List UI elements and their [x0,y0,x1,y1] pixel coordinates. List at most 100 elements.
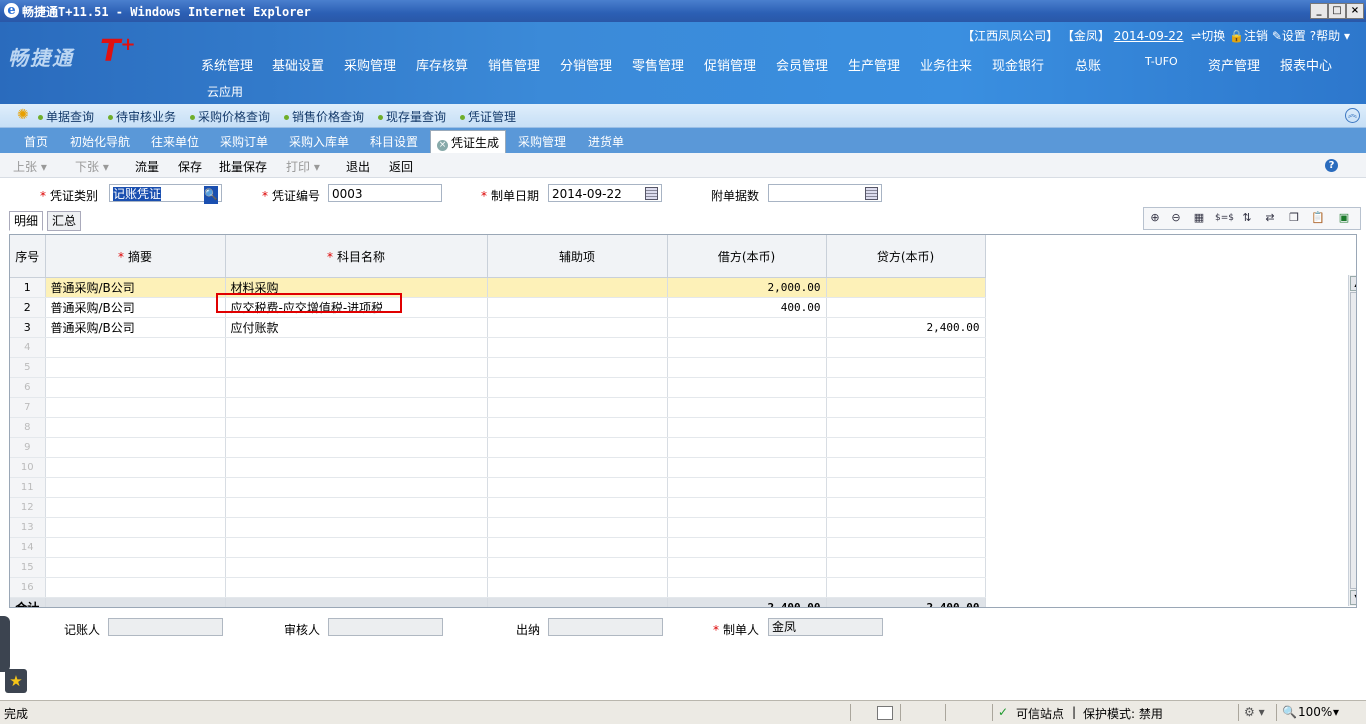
cell-summary[interactable] [45,537,226,558]
cell-debit[interactable] [667,557,827,578]
scroll-thumb[interactable] [1350,292,1356,589]
menu-reports[interactable]: 报表中心 [1280,55,1332,74]
cell-credit[interactable] [826,357,986,378]
cell-debit[interactable] [667,537,827,558]
menu-promotion[interactable]: 促销管理 [704,55,756,74]
cell-account[interactable] [225,397,488,418]
side-dock-handle[interactable] [0,616,10,672]
tab-purchase-mgmt[interactable]: 采购管理 [518,133,566,150]
tab-home[interactable]: 首页 [24,133,48,150]
cell-account[interactable] [225,577,488,598]
cell-aux[interactable] [487,317,668,338]
cell-aux[interactable] [487,297,668,318]
cell-credit[interactable] [826,397,986,418]
cell-credit[interactable] [826,577,986,598]
prev-button[interactable]: 上张 ▾ [13,158,47,175]
attach-count-field[interactable] [768,184,882,202]
cell-credit[interactable] [826,297,986,318]
cell-account[interactable] [225,477,488,498]
quick-pending-audit[interactable]: 待审核业务 [108,108,176,125]
quick-sales-price[interactable]: 销售价格查询 [284,108,364,125]
cell-summary[interactable] [45,497,226,518]
menu-system[interactable]: 系统管理 [201,55,253,74]
close-tab-icon[interactable]: × [437,140,448,151]
cell-aux[interactable] [487,517,668,538]
table-row-empty[interactable]: 6 [10,377,1338,398]
table-row-empty[interactable]: 8 [10,417,1338,438]
cell-aux[interactable] [487,397,668,418]
cell-summary[interactable]: 普通采购/B公司 [45,277,226,298]
maximize-button[interactable]: □ [1328,3,1346,19]
cell-debit[interactable] [667,417,827,438]
calculator-icon[interactable] [865,187,878,200]
chevron-down-icon[interactable]: ▾ [1344,29,1350,43]
cell-debit[interactable] [667,357,827,378]
paste-icon[interactable]: 📋 [1311,211,1325,225]
table-row[interactable]: 1 普通采购/B公司 材料采购 2,000.00 [10,277,1338,298]
menu-retail[interactable]: 零售管理 [632,55,684,74]
cell-debit[interactable]: 2,000.00 [667,277,827,298]
table-row-empty[interactable]: 4 [10,337,1338,358]
tab-purchase-order[interactable]: 采购订单 [220,133,268,150]
table-row-empty[interactable]: 7 [10,397,1338,418]
menu-business[interactable]: 业务往来 [920,55,972,74]
menu-sales[interactable]: 销售管理 [488,55,540,74]
table-icon[interactable]: ▦ [1192,211,1206,225]
subtab-detail[interactable]: 明细 [9,211,44,231]
balance-icon[interactable]: $=$ [1215,211,1234,225]
cell-account[interactable] [225,557,488,578]
help-link[interactable]: 帮助 [1316,29,1340,43]
security-icon[interactable]: ⚙ ▾ [1244,705,1265,719]
table-row-empty[interactable]: 10 [10,457,1338,478]
menu-cloud[interactable]: 云应用 [207,83,243,100]
tab-purchase-receipt[interactable]: 采购入库单 [289,133,349,150]
cell-summary[interactable] [45,577,226,598]
cell-summary[interactable] [45,457,226,478]
cell-credit[interactable] [826,457,986,478]
cell-debit[interactable] [667,517,827,538]
quick-voucher-mgmt[interactable]: 凭证管理 [460,108,516,125]
table-row-empty[interactable]: 14 [10,537,1338,558]
cell-debit[interactable] [667,337,827,358]
table-row-empty[interactable]: 12 [10,497,1338,518]
tab-account-settings[interactable]: 科目设置 [370,133,418,150]
cell-aux[interactable] [487,477,668,498]
menu-distribution[interactable]: 分销管理 [560,55,612,74]
cell-summary[interactable] [45,397,226,418]
cell-credit[interactable] [826,377,986,398]
cell-aux[interactable] [487,497,668,518]
cell-debit[interactable] [667,377,827,398]
cell-account[interactable] [225,437,488,458]
zoom-dropdown-icon[interactable]: ▾ [1333,705,1339,719]
cell-account[interactable] [225,357,488,378]
cell-aux[interactable] [487,577,668,598]
tab-init-nav[interactable]: 初始化导航 [70,133,130,150]
subtab-summary[interactable]: 汇总 [47,211,82,231]
cell-debit[interactable] [667,317,827,338]
cell-debit[interactable] [667,437,827,458]
cell-credit[interactable] [826,557,986,578]
table-row-empty[interactable]: 9 [10,437,1338,458]
cell-debit[interactable] [667,497,827,518]
table-row-empty[interactable]: 16 [10,577,1338,598]
cell-aux[interactable] [487,337,668,358]
calendar-icon[interactable] [645,187,658,200]
cell-summary[interactable]: 普通采购/B公司 [45,297,226,318]
cell-summary[interactable] [45,477,226,498]
settings-link[interactable]: 设置 [1282,29,1306,43]
table-row-empty[interactable]: 11 [10,477,1338,498]
cell-aux[interactable] [487,537,668,558]
menu-purchase[interactable]: 采购管理 [344,55,396,74]
cell-credit[interactable] [826,477,986,498]
quick-purchase-price[interactable]: 采购价格查询 [190,108,270,125]
menu-inventory[interactable]: 库存核算 [416,55,468,74]
scroll-up-icon[interactable]: ▲ [1350,276,1356,291]
cell-aux[interactable] [487,277,668,298]
cell-aux[interactable] [487,377,668,398]
cell-debit[interactable] [667,457,827,478]
cell-aux[interactable] [487,437,668,458]
cell-account[interactable] [225,517,488,538]
exit-button[interactable]: 退出 [346,158,370,175]
save-button[interactable]: 保存 [178,158,202,175]
scroll-down-icon[interactable]: ▼ [1350,590,1356,605]
